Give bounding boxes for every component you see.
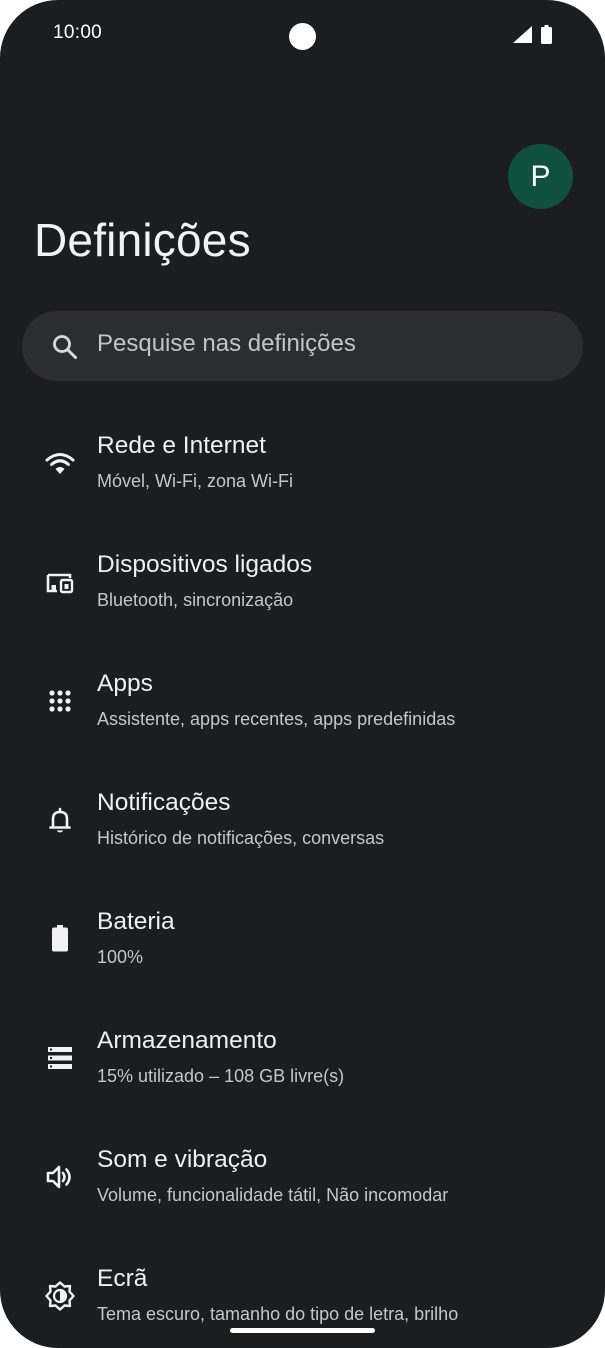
- settings-item-title: Dispositivos ligados: [97, 551, 313, 578]
- settings-item-title: Som e vibração: [97, 1146, 268, 1173]
- battery-icon: [52, 925, 68, 952]
- settings-item-title: Ecrã: [97, 1265, 148, 1292]
- settings-item-subtitle: Tema escuro, tamanho do tipo de letra, b…: [97, 1304, 459, 1324]
- status-time: 10:00: [53, 22, 103, 43]
- avatar-letter: P: [530, 159, 551, 193]
- brightness-icon: [45, 1281, 75, 1311]
- battery-status-icon: [541, 25, 552, 44]
- search-icon: [53, 335, 77, 359]
- apps-grid-icon: [49, 690, 71, 712]
- settings-item-subtitle: 15% utilizado – 108 GB livre(s): [97, 1066, 345, 1086]
- settings-item-subtitle: 100%: [97, 947, 144, 967]
- search-placeholder: Pesquise nas definições: [97, 330, 356, 357]
- settings-item-battery[interactable]: Bateria 100%: [0, 896, 605, 996]
- bell-icon: [49, 807, 71, 833]
- storage-icon: [48, 1047, 72, 1069]
- page-title: Definições: [34, 214, 251, 266]
- settings-item-storage[interactable]: Armazenamento 15% utilizado – 108 GB liv…: [0, 1015, 605, 1115]
- signal-icon: [513, 26, 532, 43]
- settings-item-subtitle: Bluetooth, sincronização: [97, 590, 294, 610]
- avatar[interactable]: P: [508, 144, 573, 209]
- settings-item-subtitle: Volume, funcionalidade tátil, Não incomo…: [97, 1185, 449, 1205]
- home-gesture-bar[interactable]: [230, 1328, 375, 1333]
- connected-devices-icon: [46, 573, 74, 594]
- settings-item-subtitle: Assistente, apps recentes, apps predefin…: [97, 709, 456, 729]
- settings-item-notifications[interactable]: Notificações Histórico de notificações, …: [0, 777, 605, 877]
- settings-item-apps[interactable]: Apps Assistente, apps recentes, apps pre…: [0, 658, 605, 758]
- settings-item-title: Armazenamento: [97, 1027, 277, 1054]
- camera-cutout: [289, 23, 316, 50]
- settings-item-title: Notificações: [97, 789, 231, 816]
- settings-item-title: Bateria: [97, 908, 175, 935]
- settings-item-title: Apps: [97, 670, 153, 697]
- settings-item-connected-devices[interactable]: Dispositivos ligados Bluetooth, sincroni…: [0, 539, 605, 639]
- settings-item-display[interactable]: Ecrã Tema escuro, tamanho do tipo de let…: [0, 1253, 605, 1348]
- phone-screen: 10:00 P Definições Pesquise nas definiçõ…: [0, 0, 605, 1348]
- speaker-icon: [46, 1165, 71, 1189]
- wifi-icon: [45, 453, 75, 474]
- settings-item-subtitle: Histórico de notificações, conversas: [97, 828, 385, 848]
- settings-item-title: Rede e Internet: [97, 432, 266, 459]
- settings-item-network[interactable]: Rede e Internet Móvel, Wi-Fi, zona Wi-Fi: [0, 420, 605, 520]
- settings-item-sound[interactable]: Som e vibração Volume, funcionalidade tá…: [0, 1134, 605, 1234]
- settings-item-subtitle: Móvel, Wi-Fi, zona Wi-Fi: [97, 471, 294, 491]
